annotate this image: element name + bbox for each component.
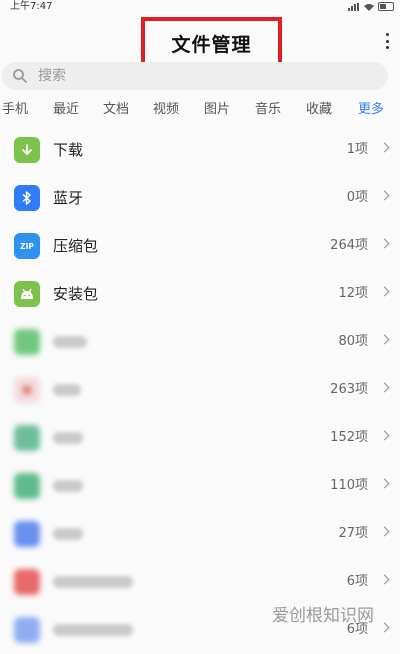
tab-recent[interactable]: 最近 <box>53 101 79 119</box>
status-bar: 上午7:47 <box>0 0 400 14</box>
chevron-right-icon <box>379 382 390 393</box>
list-item-count: 12项 <box>338 286 368 301</box>
tab-favorites[interactable]: 收藏 <box>306 101 332 119</box>
list-item-zip[interactable]: ZIP 压缩包 264项 <box>0 222 400 270</box>
list-item-count: 0项 <box>346 190 368 205</box>
svg-text:ZIP: ZIP <box>20 242 34 251</box>
app-icon <box>14 329 40 355</box>
blurred-label <box>53 432 83 444</box>
list-item[interactable]: 110项 <box>0 462 400 510</box>
app-icon <box>14 521 40 547</box>
download-icon <box>14 137 40 163</box>
list-item-count: 1项 <box>346 142 368 157</box>
list-item[interactable]: 263项 <box>0 366 400 414</box>
chevron-right-icon <box>379 238 390 249</box>
chevron-right-icon <box>379 190 390 201</box>
battery-icon <box>378 2 394 11</box>
tab-documents[interactable]: 文档 <box>103 101 129 119</box>
list-item-count: 264项 <box>330 238 368 253</box>
list-item-count: 6项 <box>346 574 368 589</box>
list-item-bluetooth[interactable]: 蓝牙 0项 <box>0 174 400 222</box>
blurred-label <box>53 480 83 492</box>
android-icon <box>14 281 40 307</box>
list-item-label: 安装包 <box>53 285 99 303</box>
tab-music[interactable]: 音乐 <box>255 101 281 119</box>
list-item-count: 152项 <box>330 430 368 445</box>
list-item-count: 80项 <box>338 334 368 349</box>
list-item[interactable]: 27项 <box>0 510 400 558</box>
search-placeholder: 搜索 <box>38 68 66 84</box>
category-tabs: 手机 最近 文档 视频 图片 音乐 收藏 更多 <box>0 101 400 121</box>
zip-icon: ZIP <box>14 233 40 259</box>
list-item[interactable]: 80项 <box>0 318 400 366</box>
list-item-count: 110项 <box>330 478 368 493</box>
wifi-icon <box>364 3 374 11</box>
list-item-count: 27项 <box>338 526 368 541</box>
watermark: 爱创根知识网 <box>272 606 374 626</box>
search-icon <box>13 69 27 83</box>
app-icon <box>14 377 40 403</box>
tab-phone[interactable]: 手机 <box>2 101 28 119</box>
bluetooth-icon <box>14 185 40 211</box>
blurred-label <box>53 528 83 540</box>
list-item[interactable]: 152项 <box>0 414 400 462</box>
app-icon <box>14 473 40 499</box>
blurred-label <box>53 336 87 348</box>
app-icon <box>14 569 40 595</box>
tab-more[interactable]: 更多 <box>358 101 384 119</box>
search-input[interactable]: 搜索 <box>2 62 388 90</box>
list-item-label: 蓝牙 <box>53 189 84 207</box>
signal-icon <box>348 2 360 11</box>
list-item-count: 263项 <box>330 382 368 397</box>
list-item-apk[interactable]: 安装包 12项 <box>0 270 400 318</box>
list-item-download[interactable]: 下载 1项 <box>0 126 400 174</box>
blurred-label <box>53 384 81 396</box>
app-icon <box>14 425 40 451</box>
list-item-label: 压缩包 <box>53 237 99 255</box>
chevron-right-icon <box>379 286 390 297</box>
more-options-icon[interactable] <box>384 33 390 49</box>
chevron-right-icon <box>379 142 390 153</box>
tab-images[interactable]: 图片 <box>204 101 230 119</box>
chevron-right-icon <box>379 622 390 633</box>
chevron-right-icon <box>379 334 390 345</box>
status-icons <box>348 2 394 11</box>
list-item-label: 下载 <box>53 141 84 159</box>
chevron-right-icon <box>379 574 390 585</box>
chevron-right-icon <box>379 478 390 489</box>
list-item[interactable]: 6项 <box>0 558 400 606</box>
chevron-right-icon <box>379 430 390 441</box>
status-time: 上午7:47 <box>10 1 53 12</box>
blurred-label <box>53 576 133 588</box>
app-icon <box>14 617 40 643</box>
chevron-right-icon <box>379 526 390 537</box>
tab-videos[interactable]: 视频 <box>153 101 179 119</box>
blurred-label <box>53 624 133 636</box>
